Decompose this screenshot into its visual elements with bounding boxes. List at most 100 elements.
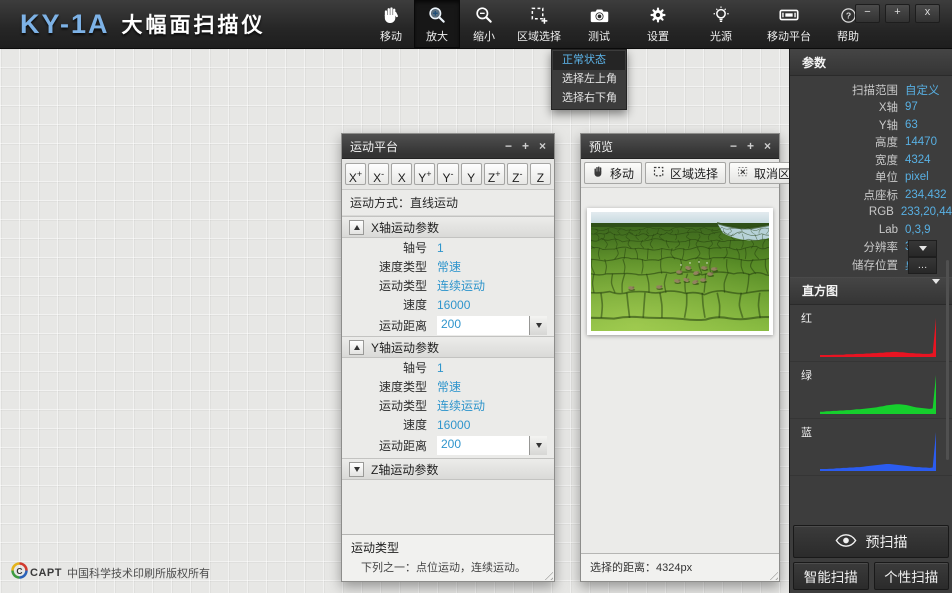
window-close-button[interactable]: x <box>915 4 940 23</box>
copyright-text: 中国科学技术印刷所版权所有 <box>67 565 210 581</box>
panel-maximize-button[interactable]: + <box>747 140 754 152</box>
toolbar-move-label: 移动 <box>380 28 402 44</box>
rgb-value: 233,20,44 <box>901 206 952 218</box>
preview-image[interactable] <box>587 208 773 335</box>
chevron-down-icon[interactable] <box>932 284 940 298</box>
y-distance-combobox[interactable]: 200 <box>437 436 547 455</box>
unit-value: pixel <box>905 171 929 183</box>
toolbar-move-button[interactable]: 移动 <box>368 0 414 48</box>
scan-buttons: 预扫描 智能扫描 个性扫描 <box>793 525 949 590</box>
axis-jog-buttons: X+ X- X Y+ Y- Y Z+ Z- Z <box>342 159 554 190</box>
hand-icon <box>381 5 401 26</box>
histogram-red: 红 <box>790 305 952 362</box>
light-bulb-icon <box>711 5 731 26</box>
motion-mode-value: 直线运动 <box>410 196 458 210</box>
app-title: 大幅面扫描仪 <box>122 9 266 39</box>
x-distance-combobox[interactable]: 200 <box>437 316 547 335</box>
x-motion-type-value[interactable]: 连续运动 <box>437 277 485 294</box>
collapse-up-icon[interactable] <box>349 220 364 235</box>
prescan-button[interactable]: 预扫描 <box>793 525 949 558</box>
platform-icon <box>778 5 800 26</box>
histogram-green: 绿 <box>790 362 952 419</box>
panel-minimize-button[interactable]: − <box>730 140 737 152</box>
window-maximize-button[interactable]: + <box>885 4 910 23</box>
preview-panel-body: 移动 区域选择 取消区域选择 <box>581 159 779 581</box>
toolbar-zoom-out-button[interactable]: 缩小 <box>460 0 508 48</box>
x-axis-number-value[interactable]: 1 <box>437 241 444 255</box>
y-speed-value[interactable]: 16000 <box>437 418 470 432</box>
toolbar-zoom-in-button[interactable]: 放大 <box>414 0 460 48</box>
toolbar-region-select-button[interactable]: 区域选择 <box>508 0 570 48</box>
histogram-blue: 蓝 <box>790 419 952 476</box>
toolbar-motion-platform-button[interactable]: 移动平台 <box>754 0 824 48</box>
section-header-y-axis[interactable]: Y轴运动参数 <box>342 336 554 358</box>
browse-button[interactable]: … <box>908 257 937 274</box>
preview-panel-controls: − + × <box>730 140 771 152</box>
section-header-x-axis[interactable]: X轴运动参数 <box>342 216 554 238</box>
menu-item-select-bottom-right[interactable]: 选择右下角 <box>553 89 625 108</box>
y-motion-type-value[interactable]: 连续运动 <box>437 397 485 414</box>
region-select-icon <box>653 166 665 181</box>
y-axis-number-value[interactable]: 1 <box>437 361 444 375</box>
panel-close-button[interactable]: × <box>764 140 771 152</box>
scan-range-value[interactable]: 自定义 <box>905 82 940 98</box>
panel-close-button[interactable]: × <box>539 140 546 152</box>
panel-maximize-button[interactable]: + <box>522 140 529 152</box>
y-speed-row: 速度 16000 <box>342 415 554 434</box>
axis-button-y[interactable]: Y <box>461 163 482 185</box>
smart-scan-button[interactable]: 智能扫描 <box>793 562 869 590</box>
y-speed-type-value[interactable]: 常速 <box>437 378 461 395</box>
axis-button-y-plus[interactable]: Y+ <box>414 163 435 185</box>
preview-panel-title: 预览 <box>589 138 613 155</box>
preview-panel: 预览 − + × 移动 区域选择 取消区域选择 <box>580 133 780 582</box>
x-speed-value[interactable]: 16000 <box>437 298 470 312</box>
unit-row: 单位 pixel <box>790 169 952 187</box>
toolbar-settings-button[interactable]: 设置 <box>628 0 688 48</box>
axis-button-z[interactable]: Z <box>530 163 551 185</box>
window-minimize-button[interactable]: − <box>855 4 880 23</box>
axis-button-x-minus[interactable]: X- <box>368 163 389 185</box>
axis-button-z-plus[interactable]: Z+ <box>484 163 505 185</box>
menu-item-normal-state[interactable]: 正常状态 <box>553 51 625 70</box>
section-title-y-axis: Y轴运动参数 <box>371 339 439 356</box>
collapse-up-icon[interactable] <box>349 340 364 355</box>
sidebar-scrollbar[interactable] <box>946 260 949 460</box>
motion-mode-label: 运动方式： <box>350 196 410 210</box>
x-motion-type-row: 运动类型 连续运动 <box>342 276 554 295</box>
preview-region-select-button[interactable]: 区域选择 <box>645 162 726 184</box>
resolution-dropdown-button[interactable] <box>908 240 937 257</box>
x-axis-value: 97 <box>905 101 918 113</box>
toolbar-test-button[interactable]: 测试 <box>570 0 628 48</box>
parameters-sidebar: 参数 扫描范围 自定义 X轴 97 Y轴 63 高度 14470 宽度 4324… <box>789 48 952 593</box>
toolbar-motion-platform-label: 移动平台 <box>767 28 811 44</box>
cancel-region-icon <box>737 166 749 181</box>
region-select-icon <box>529 5 549 26</box>
width-value: 4324 <box>905 154 931 166</box>
toolbar-help-label: 帮助 <box>837 28 859 44</box>
menu-item-select-top-left[interactable]: 选择左上角 <box>553 70 625 89</box>
title-bar: KY-1A 大幅面扫描仪 移动 放大 缩小 区域选择 <box>0 0 952 49</box>
axis-button-x-plus[interactable]: X+ <box>345 163 366 185</box>
axis-button-x[interactable]: X <box>391 163 412 185</box>
collapse-down-icon[interactable] <box>349 462 364 477</box>
motion-panel-titlebar[interactable]: 运动平台 − + × <box>342 134 554 159</box>
preview-move-button[interactable]: 移动 <box>584 162 642 184</box>
section-header-z-axis[interactable]: Z轴运动参数 <box>342 458 554 480</box>
gear-icon <box>648 5 668 26</box>
panel-minimize-button[interactable]: − <box>505 140 512 152</box>
motion-panel-title: 运动平台 <box>350 138 398 155</box>
y-distance-row: 运动距离 200 <box>342 434 554 456</box>
custom-scan-button[interactable]: 个性扫描 <box>874 562 950 590</box>
y-motion-type-row: 运动类型 连续运动 <box>342 396 554 415</box>
histogram-header[interactable]: 直方图 <box>790 277 952 305</box>
chevron-down-icon[interactable] <box>529 436 547 455</box>
toolbar-light-source-button[interactable]: 光源 <box>688 0 754 48</box>
y-speed-type-row: 速度类型 常速 <box>342 377 554 396</box>
x-speed-row: 速度 16000 <box>342 295 554 314</box>
preview-panel-titlebar[interactable]: 预览 − + × <box>581 134 779 159</box>
chevron-down-icon[interactable] <box>529 316 547 335</box>
axis-button-z-minus[interactable]: Z- <box>507 163 528 185</box>
x-speed-type-value[interactable]: 常速 <box>437 258 461 275</box>
resize-grip[interactable] <box>766 568 778 580</box>
axis-button-y-minus[interactable]: Y- <box>437 163 458 185</box>
